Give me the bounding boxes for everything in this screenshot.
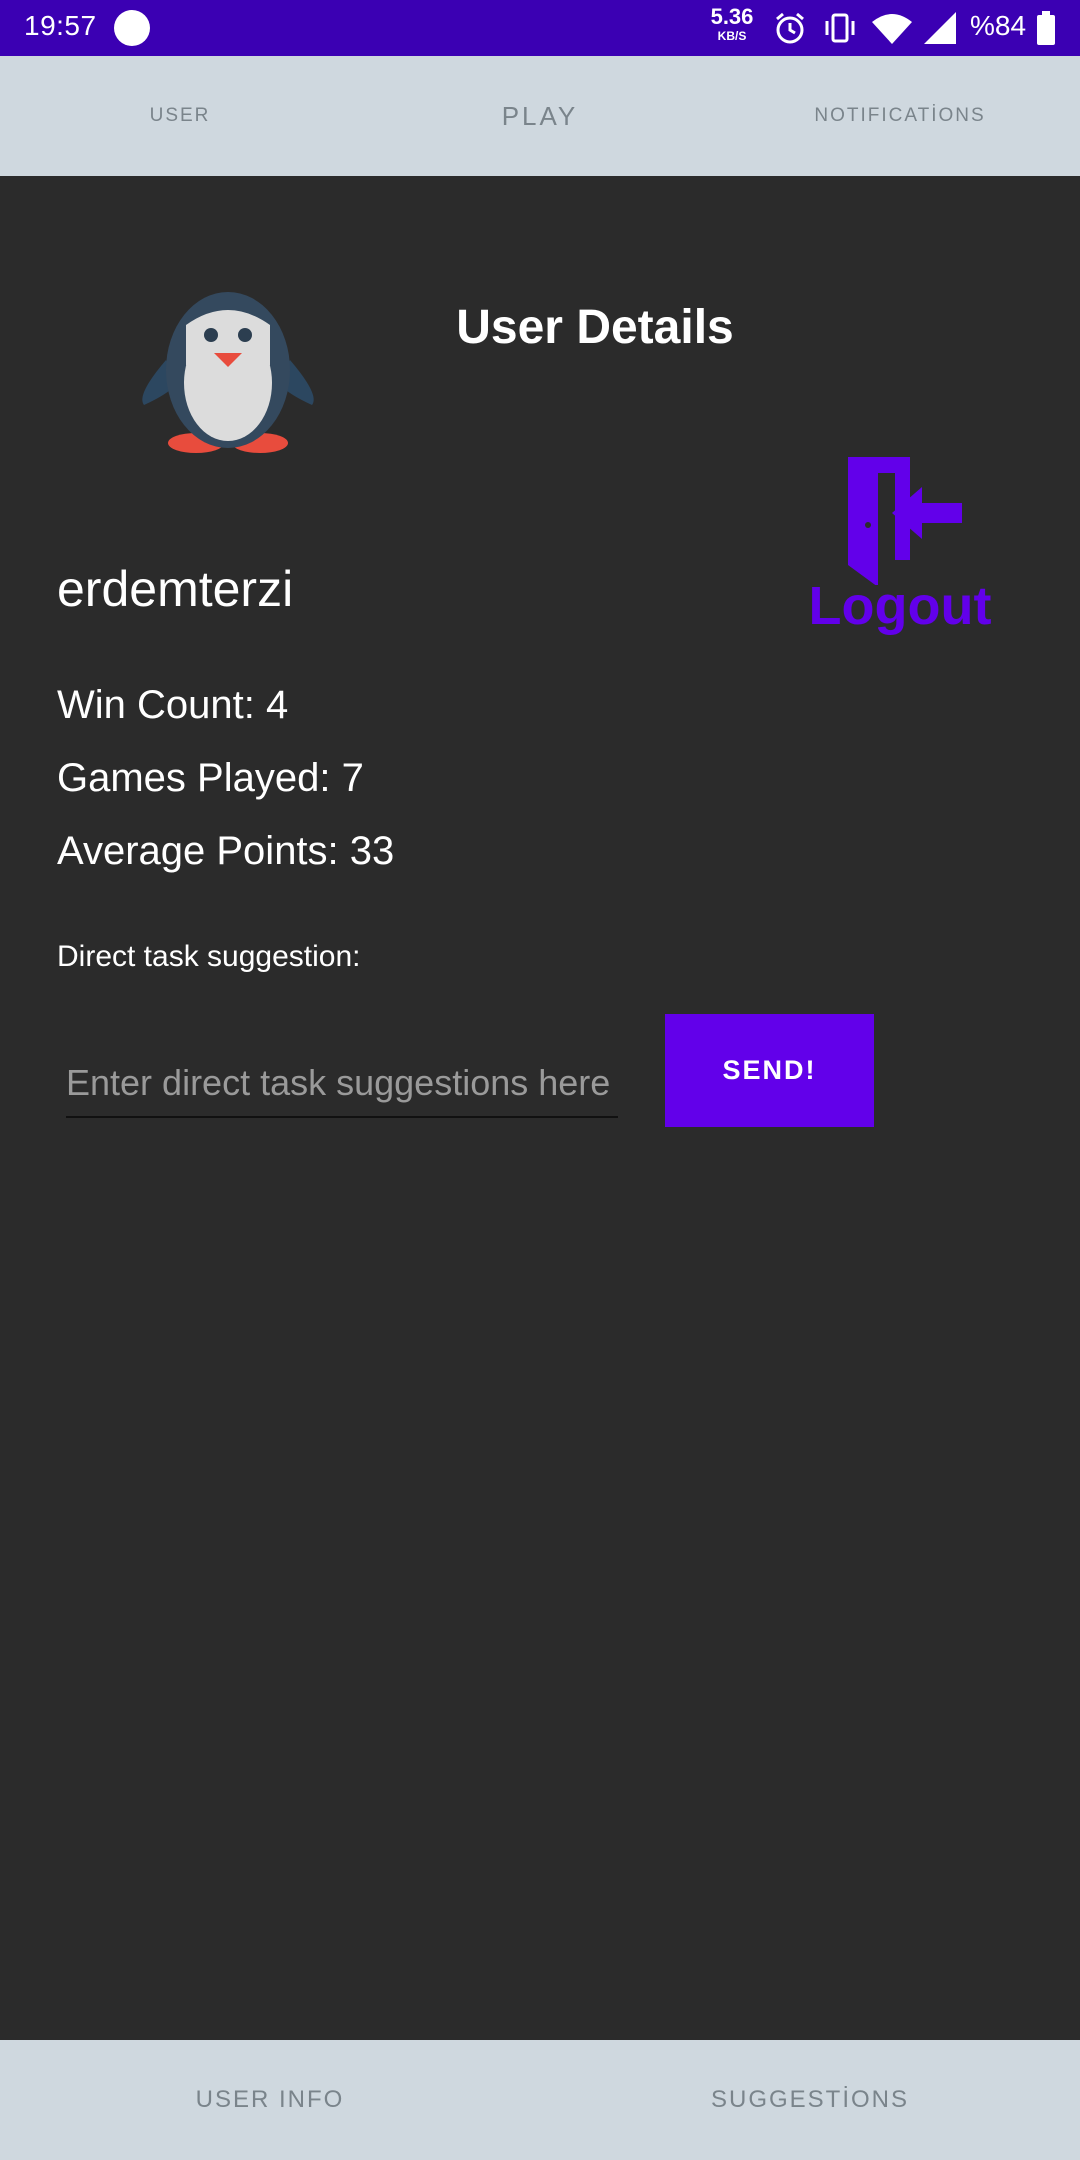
suggestion-input[interactable] [66,1050,618,1118]
network-speed-unit: KB/S [717,29,747,43]
logout-label: Logout [808,576,992,636]
games-played: Games Played: 7 [57,756,364,800]
tab-suggestions[interactable]: SUGGESTİONS [680,2040,940,2160]
top-tab-bar: USER PLAY NOTIFICATİONS [0,56,1080,176]
vibrate-icon [822,10,858,51]
logout-button[interactable]: Logout [805,455,995,645]
penguin-icon [136,275,320,465]
network-speed-value: 5.36 [710,4,754,29]
page-title: User Details [456,301,734,354]
network-speed: 5.36 KB/S [706,4,758,43]
average-points: Average Points: 33 [57,829,395,873]
tab-play[interactable]: PLAY [440,56,640,176]
status-bar: 19:57 5.36 KB/S %84 [0,0,1080,56]
battery-percent: %84 [970,10,1027,41]
door-exit-icon [840,455,970,590]
wifi-icon [870,10,914,51]
record-dot-icon [114,10,150,46]
suggestion-label: Direct task suggestion: [57,940,361,973]
battery-icon [1036,10,1056,51]
tab-user-info[interactable]: USER INFO [140,2040,400,2160]
send-button[interactable]: SEND! [665,1014,874,1127]
status-time: 19:57 [24,10,97,41]
signal-icon [922,10,958,51]
alarm-icon [772,10,808,51]
win-count: Win Count: 4 [57,683,289,727]
bottom-tab-bar: USER INFO SUGGESTİONS [0,2040,1080,2160]
tab-user[interactable]: USER [80,56,280,176]
username: erdemterzi [57,561,294,617]
tab-notifications[interactable]: NOTIFICATİONS [780,56,1020,176]
